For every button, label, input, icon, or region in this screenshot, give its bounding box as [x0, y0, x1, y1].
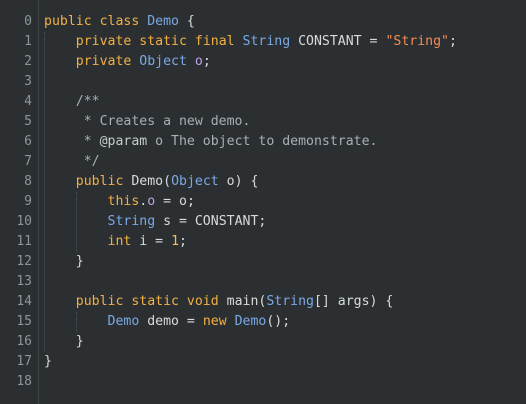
code-token: *	[83, 134, 100, 149]
line-number: 8	[24, 174, 32, 189]
code-area[interactable]: public class Demo { private static final…	[44, 0, 526, 404]
code-line[interactable]: public static void main(String[] args) {	[44, 292, 394, 312]
line-number: 16	[16, 334, 32, 349]
code-token: ;	[448, 34, 457, 49]
code-token: final	[194, 34, 243, 49]
code-token: String	[242, 34, 291, 49]
code-token: static	[131, 294, 187, 309]
code-token: o) {	[218, 174, 259, 189]
code-token: o	[194, 54, 203, 69]
line-number: 6	[24, 134, 32, 149]
line-number: 2	[24, 54, 32, 69]
line-number: 9	[24, 194, 32, 209]
code-token: String	[107, 214, 156, 229]
code-token: */	[83, 154, 100, 169]
code-line[interactable]: }	[44, 332, 84, 352]
code-line[interactable]: private Object o;	[44, 52, 211, 72]
code-token: 1	[171, 234, 180, 249]
code-token: private	[75, 34, 140, 49]
line-number: 4	[24, 94, 32, 109]
code-line[interactable]: String s = CONSTANT;	[44, 212, 267, 232]
code-token: = o;	[155, 194, 195, 209]
code-line[interactable]: */	[44, 152, 100, 172]
code-token: public	[75, 174, 132, 189]
code-token: int	[107, 234, 132, 249]
code-token: }	[44, 334, 84, 349]
code-token: ;	[179, 234, 187, 249]
code-token: this	[107, 194, 140, 209]
code-token: CONSTANT =	[290, 34, 386, 49]
line-number: 18	[16, 374, 32, 389]
indent-guide	[76, 192, 77, 252]
line-number: 7	[24, 154, 32, 169]
code-token: public	[44, 14, 100, 29]
code-token: Demo	[147, 14, 179, 29]
code-line[interactable]: this.o = o;	[44, 192, 195, 212]
code-line[interactable]: * Creates a new demo.	[44, 112, 251, 132]
code-token: o The object to demonstrate.	[147, 134, 378, 149]
code-token: class	[99, 14, 148, 29]
code-line[interactable]: private static final String CONSTANT = "…	[44, 32, 457, 52]
line-number: 12	[16, 254, 32, 269]
line-number: 3	[24, 74, 32, 89]
line-number: 5	[24, 114, 32, 129]
code-token: [] args) {	[313, 294, 394, 309]
code-line[interactable]: int i = 1;	[44, 232, 187, 252]
code-token: Object	[139, 54, 187, 69]
code-token: Demo	[131, 174, 164, 189]
indent-guide	[44, 32, 45, 352]
code-token: new	[202, 314, 235, 329]
code-line[interactable]: }	[44, 352, 52, 372]
line-number: 13	[16, 274, 32, 289]
code-token: /**	[75, 94, 100, 109]
line-number: 10	[16, 214, 32, 229]
code-token: @param	[99, 134, 148, 149]
code-line[interactable]: }	[44, 252, 84, 272]
line-number: 15	[16, 314, 32, 329]
code-line[interactable]: * @param o The object to demonstrate.	[44, 132, 378, 152]
code-line[interactable]: public class Demo {	[44, 12, 195, 32]
line-number: 17	[16, 354, 32, 369]
code-token: }	[44, 254, 84, 269]
line-number-gutter: 0 1 2 3 4 5 6 7 8 9 10 11 12 13 14 15 16 17 18	[0, 0, 39, 404]
code-token: {	[178, 14, 195, 29]
code-token: Object	[171, 174, 219, 189]
code-token: private	[75, 54, 140, 69]
code-line[interactable]: public Demo(Object o) {	[44, 172, 259, 192]
line-number: 1	[24, 34, 32, 49]
code-token: ;	[202, 54, 211, 69]
code-token: demo =	[139, 314, 203, 329]
code-token: static	[139, 34, 195, 49]
code-line[interactable]: /**	[44, 92, 100, 112]
code-token: }	[44, 354, 52, 369]
code-token: Demo	[234, 314, 267, 329]
code-editor[interactable]: 0 1 2 3 4 5 6 7 8 9 10 11 12 13 14 15 16 17 18 public clas…	[0, 0, 526, 404]
line-number: 0	[24, 14, 32, 29]
code-token: (	[163, 174, 172, 189]
code-token: "String"	[385, 34, 449, 49]
code-token: * Creates a new demo.	[83, 114, 251, 129]
code-token: s = CONSTANT;	[155, 214, 267, 229]
code-token: public	[75, 294, 132, 309]
line-number: 11	[16, 234, 32, 249]
code-token: void	[186, 294, 227, 309]
code-token: ();	[266, 314, 291, 329]
code-token: o	[147, 194, 156, 209]
indent-guide	[76, 312, 77, 332]
code-token: i =	[131, 234, 172, 249]
code-token: String	[266, 294, 314, 309]
line-number: 14	[16, 294, 32, 309]
code-token: main(	[226, 294, 267, 309]
code-line[interactable]: Demo demo = new Demo();	[44, 312, 291, 332]
code-token: Demo	[107, 314, 140, 329]
